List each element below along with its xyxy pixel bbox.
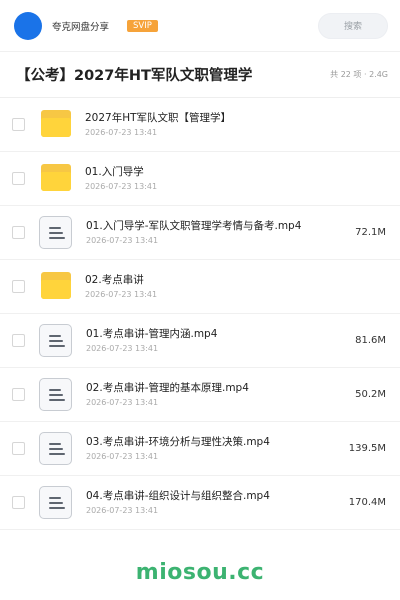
document-icon [39, 324, 72, 357]
item-date: 2026-07-23 13:41 [85, 290, 158, 299]
list-item[interactable]: 02.考点串讲 2026-07-23 13:41 [0, 260, 400, 314]
item-name: 02.考点串讲 [85, 274, 144, 286]
row-checkbox[interactable] [12, 334, 25, 347]
item-name: 01.考点串讲-管理内涵.mp4 [86, 328, 218, 340]
item-name: 01.入门导学 [85, 166, 144, 178]
row-checkbox[interactable] [12, 280, 25, 293]
folder-meta: 共 22 项 · 2.4G [330, 70, 388, 79]
document-icon [39, 378, 72, 411]
avatar[interactable] [14, 11, 42, 40]
list-item[interactable]: 02.考点串讲-管理的基本原理.mp4 2026-07-23 13:41 50.… [0, 368, 400, 422]
list-item[interactable]: 01.入门导学-军队文职管理学考情与备考.mp4 2026-07-23 13:4… [0, 206, 400, 260]
item-size: 50.2M [355, 389, 386, 400]
item-size: 81.6M [355, 335, 386, 346]
item-name: 01.入门导学-军队文职管理学考情与备考.mp4 [86, 220, 302, 232]
item-date: 2026-07-23 13:41 [85, 128, 158, 137]
list-item[interactable]: 01.考点串讲-管理内涵.mp4 2026-07-23 13:41 81.6M [0, 314, 400, 368]
top-bar: 夸克网盘分享 SVIP 搜索 [0, 0, 400, 52]
document-icon [39, 216, 72, 249]
user-name: 夸克网盘分享 [52, 21, 110, 33]
folder-icon [41, 163, 71, 194]
watermark-text: miosou.cc [135, 560, 265, 585]
item-date: 2026-07-23 13:41 [86, 344, 159, 353]
folder-icon [41, 271, 71, 302]
page-title: 【公考】2027年HT军队文职管理学 [16, 68, 253, 84]
list-item[interactable]: 03.考点串讲-环境分析与理性决策.mp4 2026-07-23 13:41 1… [0, 422, 400, 476]
item-name: 03.考点串讲-环境分析与理性决策.mp4 [86, 436, 270, 448]
search-input[interactable]: 搜索 [318, 12, 388, 39]
item-name: 2027年HT军队文职【管理学】 [85, 112, 232, 124]
list-item[interactable]: 04.考点串讲-组织设计与组织整合.mp4 2026-07-23 13:41 1… [0, 476, 400, 530]
item-date: 2026-07-23 13:41 [85, 182, 158, 191]
file-list: 2027年HT军队文职【管理学】 2026-07-23 13:41 01.入门导… [0, 98, 400, 530]
folder-icon [41, 109, 71, 140]
item-size: 72.1M [355, 227, 386, 238]
document-icon [39, 486, 72, 519]
item-date: 2026-07-23 13:41 [86, 452, 159, 461]
list-item[interactable]: 01.入门导学 2026-07-23 13:41 [0, 152, 400, 206]
item-name: 04.考点串讲-组织设计与组织整合.mp4 [86, 490, 270, 502]
row-checkbox[interactable] [12, 226, 25, 239]
row-checkbox[interactable] [12, 388, 25, 401]
item-date: 2026-07-23 13:41 [86, 236, 159, 245]
item-name: 02.考点串讲-管理的基本原理.mp4 [86, 382, 249, 394]
search-placeholder: 搜索 [343, 22, 362, 32]
list-item[interactable]: 2027年HT军队文职【管理学】 2026-07-23 13:41 [0, 98, 400, 152]
folder-title-row: 【公考】2027年HT军队文职管理学 共 22 项 · 2.4G [0, 52, 400, 98]
row-checkbox[interactable] [12, 442, 25, 455]
svip-badge: SVIP [127, 19, 158, 32]
item-date: 2026-07-23 13:41 [86, 398, 159, 407]
document-icon [39, 432, 72, 465]
row-checkbox[interactable] [12, 496, 25, 509]
row-checkbox[interactable] [12, 118, 25, 131]
item-size: 139.5M [348, 443, 386, 454]
row-checkbox[interactable] [12, 172, 25, 185]
item-date: 2026-07-23 13:41 [86, 506, 159, 515]
item-size: 170.4M [348, 497, 386, 508]
